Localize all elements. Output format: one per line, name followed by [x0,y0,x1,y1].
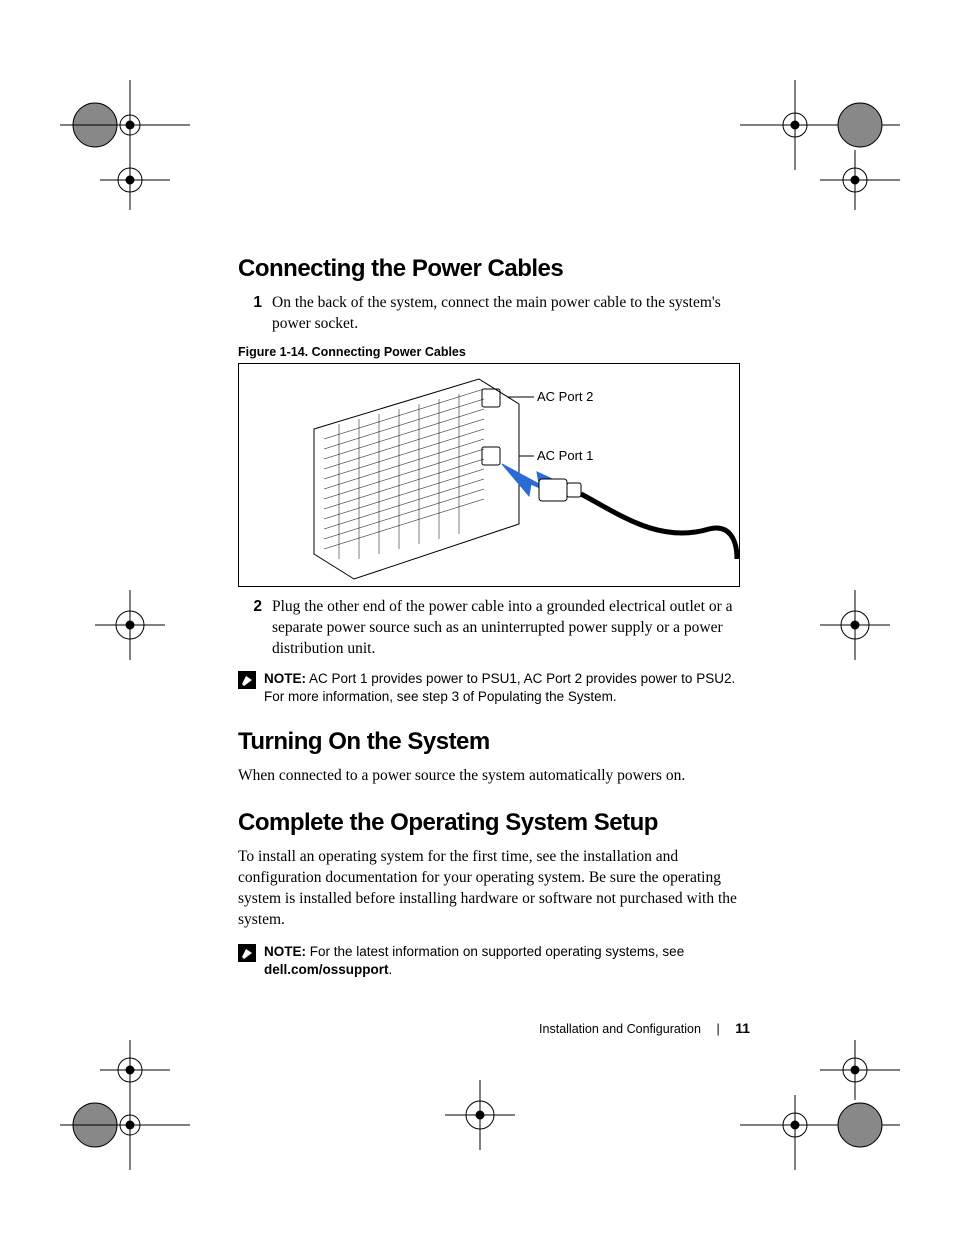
footer-separator: | [716,1022,719,1036]
cropmark-bottom-center [445,1080,515,1150]
figure-power-cables: AC Port 2 AC Port 1 [238,363,740,587]
figure-label-ac-port-1: AC Port 1 [537,448,593,463]
note-os-support-text: NOTE: For the latest information on supp… [264,943,748,979]
cropmark-mid-left [95,590,165,660]
para-turning-on: When connected to a power source the sys… [238,766,748,787]
para-os-setup: To install an operating system for the f… [238,847,748,931]
figure-caption: Figure 1-14. Connecting Power Cables [238,345,748,359]
step-1-number: 1 [238,293,272,335]
cropmark-bottom-left [60,1040,190,1170]
note-ac-ports-text: NOTE: AC Port 1 provides power to PSU1, … [264,670,748,706]
cropmark-mid-right [820,590,890,660]
figure-label-ac-port-2: AC Port 2 [537,389,593,404]
step-1-text: On the back of the system, connect the m… [272,293,748,335]
step-2-number: 2 [238,597,272,660]
page-footer: Installation and Configuration | 11 [238,1020,750,1036]
note-icon [238,671,256,689]
step-2-text: Plug the other end of the power cable in… [272,597,748,660]
cropmark-top-right [740,80,900,210]
cropmark-top-left [60,80,190,210]
note-os-support: NOTE: For the latest information on supp… [238,943,748,979]
note-icon [238,944,256,962]
footer-page-number: 11 [735,1020,750,1036]
step-1: 1 On the back of the system, connect the… [238,293,748,335]
footer-section: Installation and Configuration [539,1022,701,1036]
heading-complete-os-setup: Complete the Operating System Setup [238,809,748,837]
heading-turning-on-system: Turning On the System [238,728,748,756]
note-ac-ports: NOTE: AC Port 1 provides power to PSU1, … [238,670,748,706]
heading-connecting-power-cables: Connecting the Power Cables [238,255,748,283]
cropmark-bottom-right [740,1040,900,1170]
step-2: 2 Plug the other end of the power cable … [238,597,748,660]
